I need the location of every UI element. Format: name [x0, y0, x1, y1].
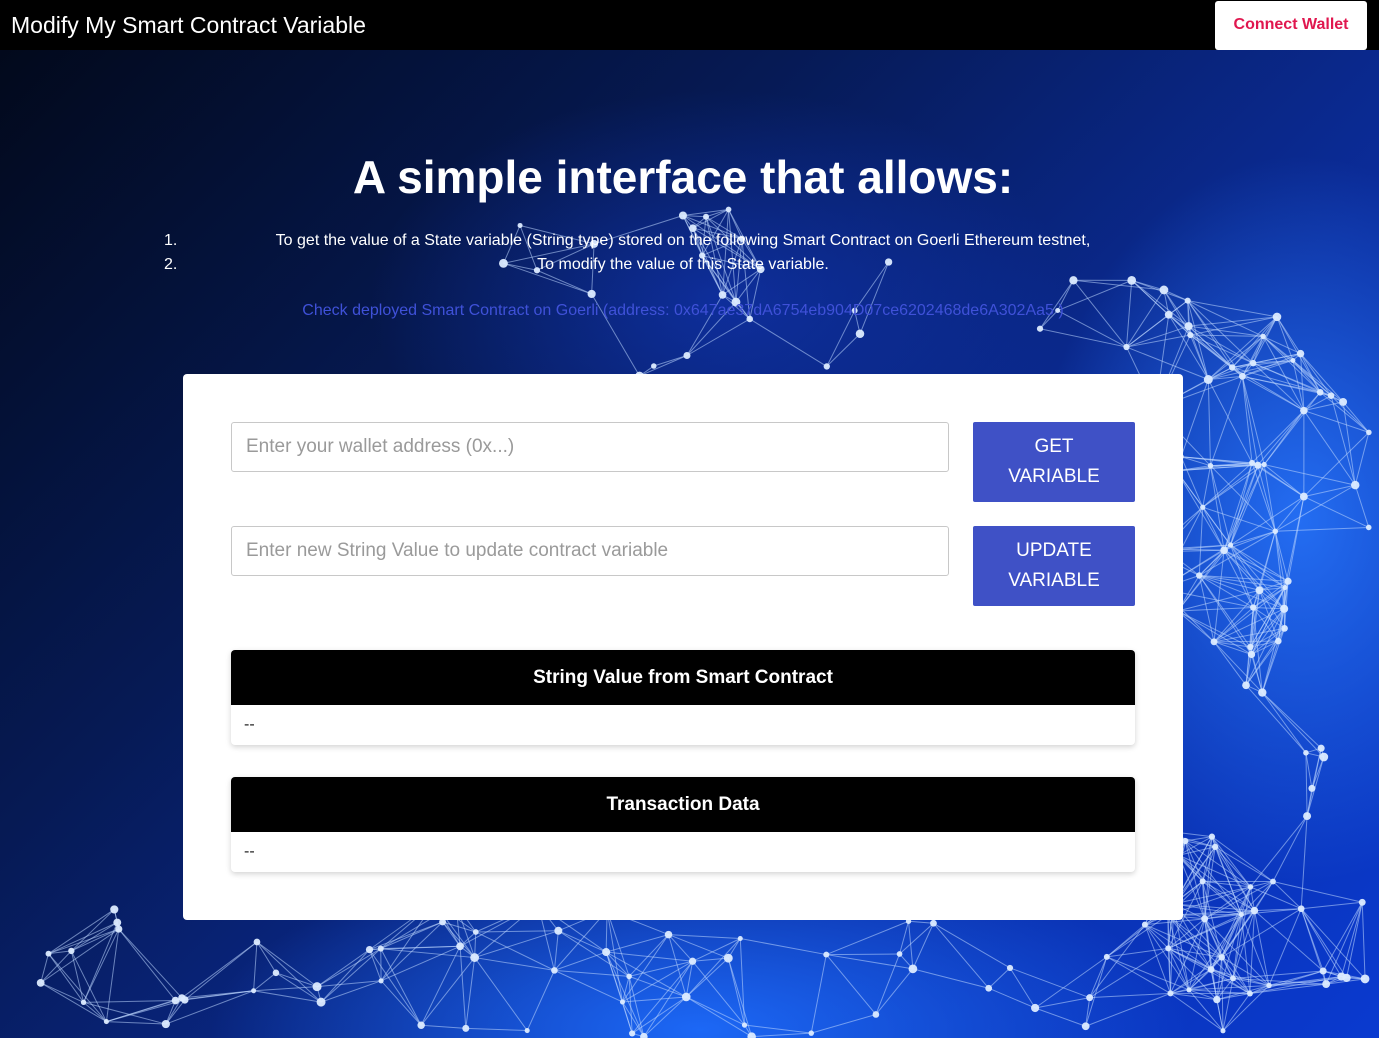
- feature-item-modify: 2. To modify the value of this State var…: [0, 253, 1366, 277]
- feature-text: To get the value of a State variable (St…: [275, 232, 1091, 249]
- connect-wallet-button[interactable]: Connect Wallet: [1215, 0, 1367, 50]
- feature-text: To modify the value of this State variab…: [537, 256, 829, 273]
- string-value-title: String Value from Smart Contract: [231, 650, 1135, 705]
- contract-link[interactable]: Check deployed Smart Contract on Goerli …: [0, 302, 1366, 320]
- transaction-title: Transaction Data: [231, 777, 1135, 832]
- new-value-input[interactable]: [231, 526, 949, 576]
- feature-number: 2.: [164, 256, 178, 273]
- page-title: A simple interface that allows:: [352, 151, 1014, 203]
- update-variable-button[interactable]: UPDATE VARIABLE: [973, 526, 1135, 606]
- string-value-output: --: [244, 716, 255, 733]
- transaction-panel: Transaction Data --: [231, 777, 1135, 872]
- get-variable-button[interactable]: GET VARIABLE: [973, 422, 1135, 502]
- transaction-output: --: [244, 843, 255, 860]
- feature-list: 1. To get the value of a State variable …: [0, 229, 1366, 277]
- wallet-address-input[interactable]: [231, 422, 949, 472]
- navbar: Modify My Smart Contract Variable Connec…: [0, 0, 1379, 50]
- app-title: Modify My Smart Contract Variable: [11, 11, 366, 38]
- string-value-panel: String Value from Smart Contract --: [231, 650, 1135, 745]
- contract-card: GET VARIABLE UPDATE VARIABLE String Valu…: [183, 374, 1183, 920]
- feature-item-get: 1. To get the value of a State variable …: [0, 229, 1366, 253]
- feature-number: 1.: [164, 232, 178, 249]
